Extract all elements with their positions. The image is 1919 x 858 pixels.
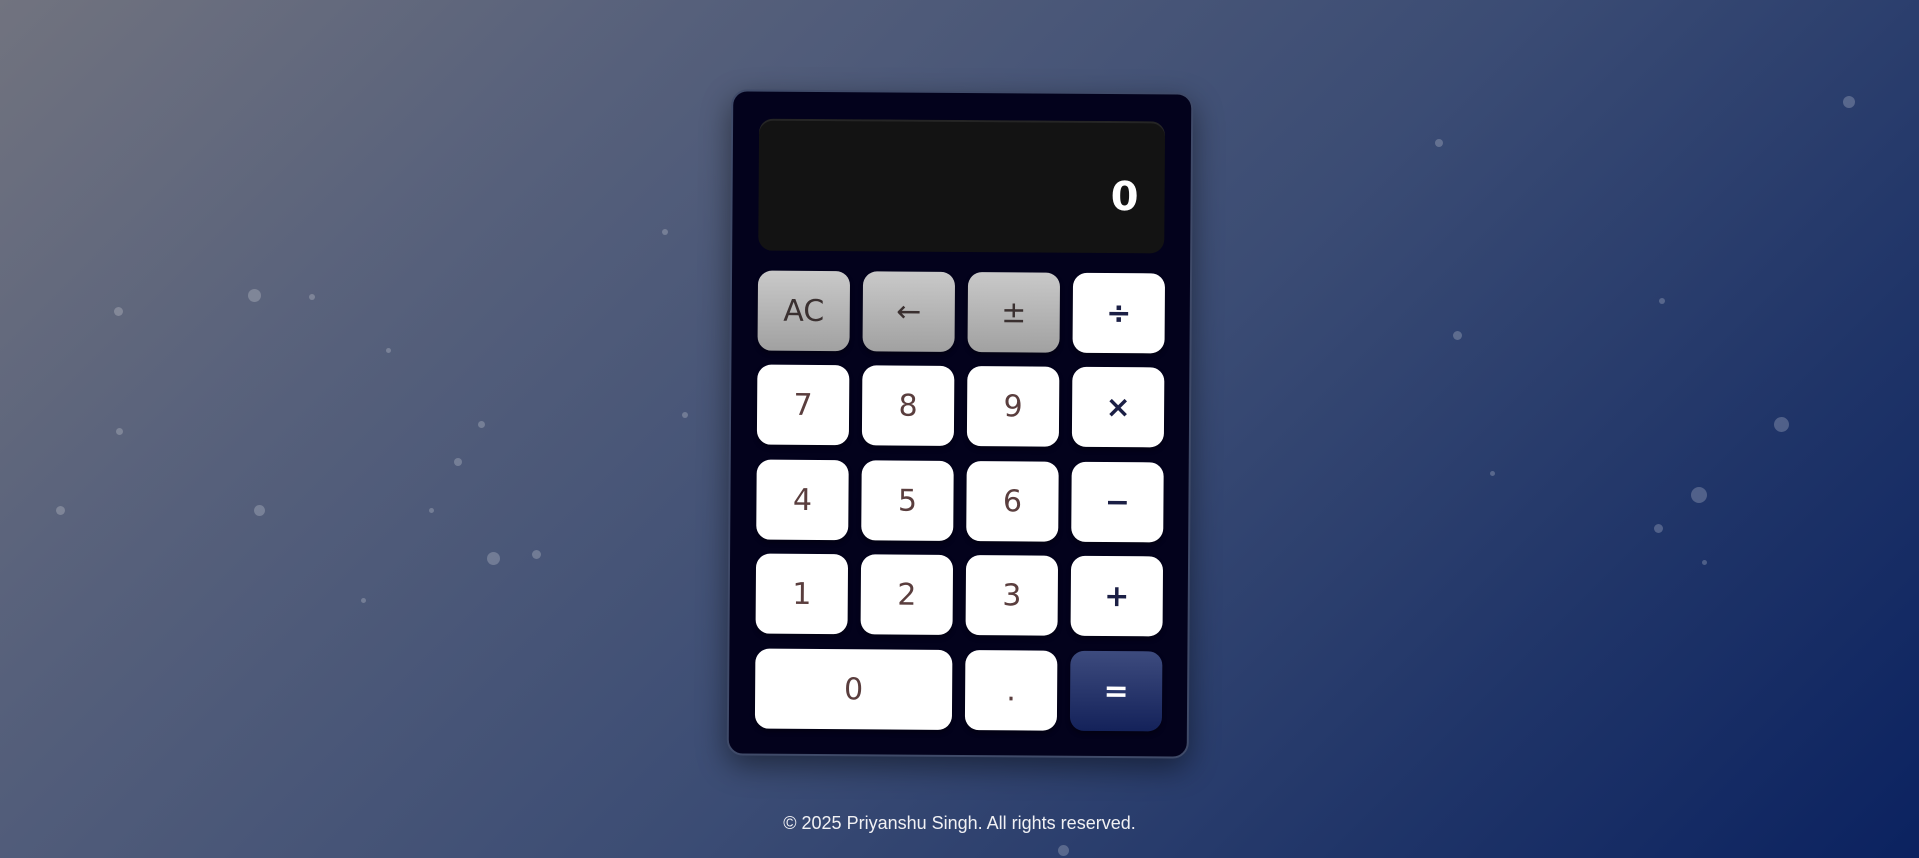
digit-9-button[interactable]: 9 [966,366,1060,447]
particle [1774,417,1789,432]
all-clear-button[interactable]: AC [757,270,851,352]
digit-6-button[interactable]: 6 [966,461,1059,542]
particle [56,506,65,515]
particle [1654,524,1663,533]
particle [361,598,366,603]
particle [1435,139,1443,147]
digit-8-button[interactable]: 8 [861,365,955,446]
calculator: 0 AC ← ± ÷ 7 8 9 × 4 5 6 − 1 2 3 + 0 . = [726,89,1194,759]
footer-copyright: © 2025 Priyanshu Singh. All rights reser… [783,813,1136,833]
particle [309,294,315,300]
particle [429,508,434,513]
calculator-display: 0 [758,118,1166,254]
particle [1659,298,1665,304]
multiply-button[interactable]: × [1071,366,1165,448]
particle [254,505,265,516]
particle [1058,845,1069,856]
digit-1-button[interactable]: 1 [755,553,849,635]
particle [1843,96,1855,108]
subtract-button[interactable]: − [1071,461,1164,543]
display-value: 0 [1110,174,1139,221]
add-button[interactable]: + [1070,555,1164,637]
divide-button[interactable]: ÷ [1072,272,1166,354]
particle [386,348,391,353]
particle [248,289,261,302]
digit-0-button[interactable]: 0 [754,648,953,730]
equals-button[interactable]: = [1069,650,1163,732]
particle [1453,331,1462,340]
particle [1691,487,1707,503]
digit-3-button[interactable]: 3 [965,555,1059,636]
toggle-sign-button[interactable]: ± [967,272,1061,353]
digit-7-button[interactable]: 7 [756,364,850,446]
decimal-button[interactable]: . [964,650,1058,731]
digit-2-button[interactable]: 2 [860,554,954,635]
particle [682,412,688,418]
particle [478,421,485,428]
particle [114,307,123,316]
backspace-button[interactable]: ← [862,271,956,352]
digit-4-button[interactable]: 4 [756,459,849,541]
particle [532,550,541,559]
digit-5-button[interactable]: 5 [861,460,954,541]
particle [487,552,500,565]
particle [454,458,462,466]
particle [662,229,668,235]
particle [116,428,123,435]
particle [1490,471,1495,476]
particle [1702,560,1707,565]
